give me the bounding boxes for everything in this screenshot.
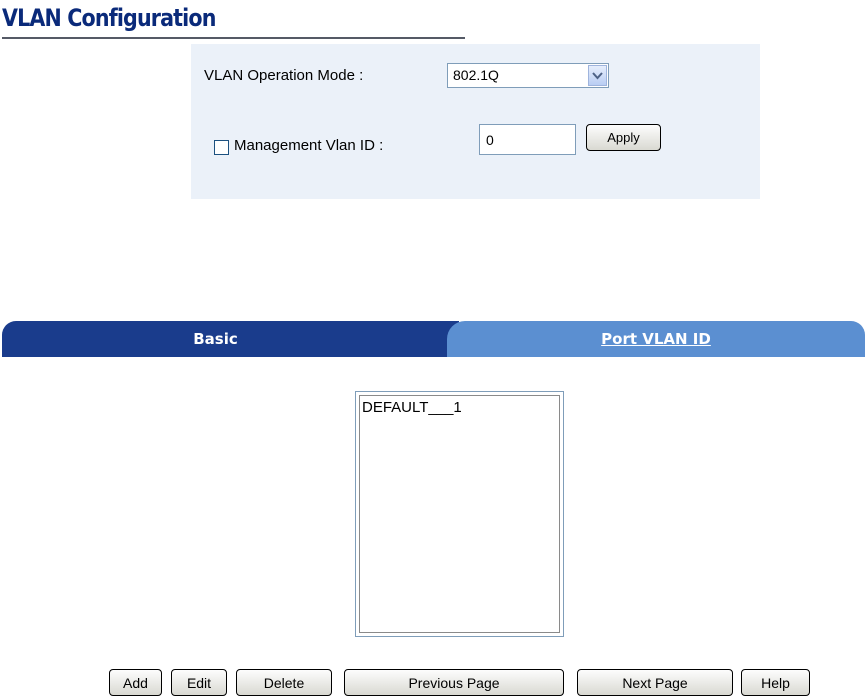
operation-mode-value: 802.1Q: [453, 67, 499, 83]
operation-mode-select[interactable]: 802.1Q: [447, 63, 609, 88]
tab-bar: Basic Port VLAN ID: [2, 321, 865, 357]
management-vlan-input[interactable]: [479, 124, 576, 155]
management-vlan-label: Management Vlan ID :: [234, 137, 384, 154]
vlan-mode-panel: VLAN Operation Mode : 802.1Q Management …: [191, 44, 760, 199]
tab-port-vlan-id[interactable]: Port VLAN ID: [447, 321, 865, 357]
delete-button[interactable]: Delete: [236, 669, 332, 696]
vlan-list-frame: [359, 395, 560, 633]
help-button[interactable]: Help: [741, 669, 810, 696]
vlan-list[interactable]: DEFAULT___1: [355, 391, 564, 637]
tab-port-vlan-id-label: Port VLAN ID: [601, 330, 711, 348]
management-vlan-checkbox[interactable]: [214, 140, 229, 155]
apply-button[interactable]: Apply: [586, 124, 661, 151]
tab-basic-label: Basic: [193, 330, 238, 348]
tab-basic[interactable]: Basic: [2, 321, 459, 357]
next-page-button[interactable]: Next Page: [577, 669, 733, 696]
previous-page-button[interactable]: Previous Page: [344, 669, 564, 696]
vlan-list-item[interactable]: DEFAULT___1: [362, 399, 462, 416]
chevron-down-icon[interactable]: [588, 65, 607, 86]
title-underline: [2, 37, 465, 39]
page-title: VLAN Configuration: [2, 4, 216, 32]
edit-button[interactable]: Edit: [171, 669, 227, 696]
operation-mode-label: VLAN Operation Mode :: [204, 67, 364, 84]
add-button[interactable]: Add: [109, 669, 162, 696]
